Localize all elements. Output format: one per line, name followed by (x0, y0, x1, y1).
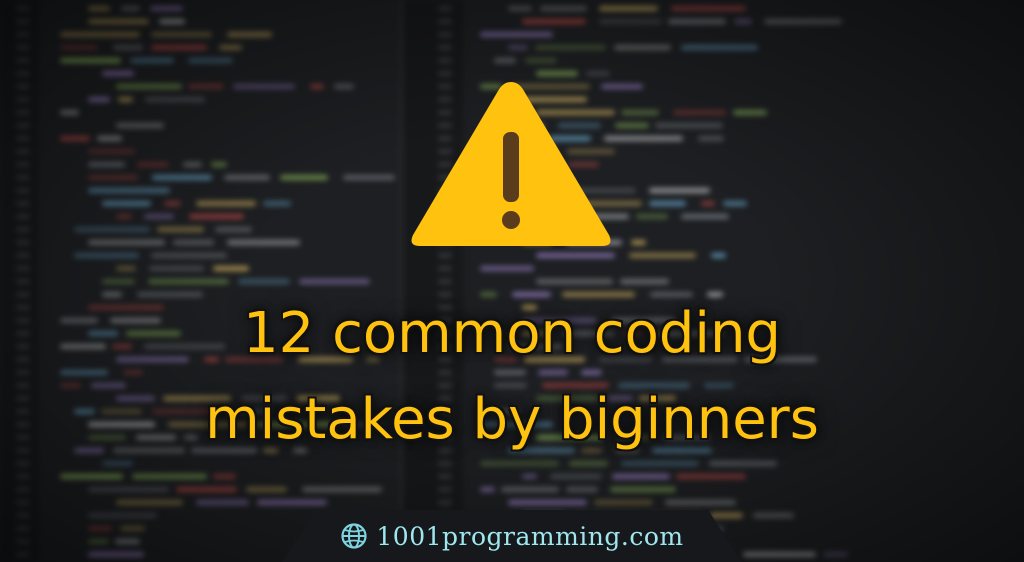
banner: 12 common coding mistakes by biginners 1… (0, 0, 1024, 562)
exclamation-bar (503, 132, 519, 202)
site-link[interactable]: 1001programming.com (282, 510, 742, 562)
globe-icon (341, 523, 367, 549)
warning-triangle-icon (411, 82, 611, 246)
exclamation-dot (502, 211, 520, 229)
headline-line-2: mistakes by biginners (205, 387, 819, 452)
site-url: 1001programming.com (376, 521, 684, 551)
headline-line-1: 12 common coding (243, 301, 781, 366)
